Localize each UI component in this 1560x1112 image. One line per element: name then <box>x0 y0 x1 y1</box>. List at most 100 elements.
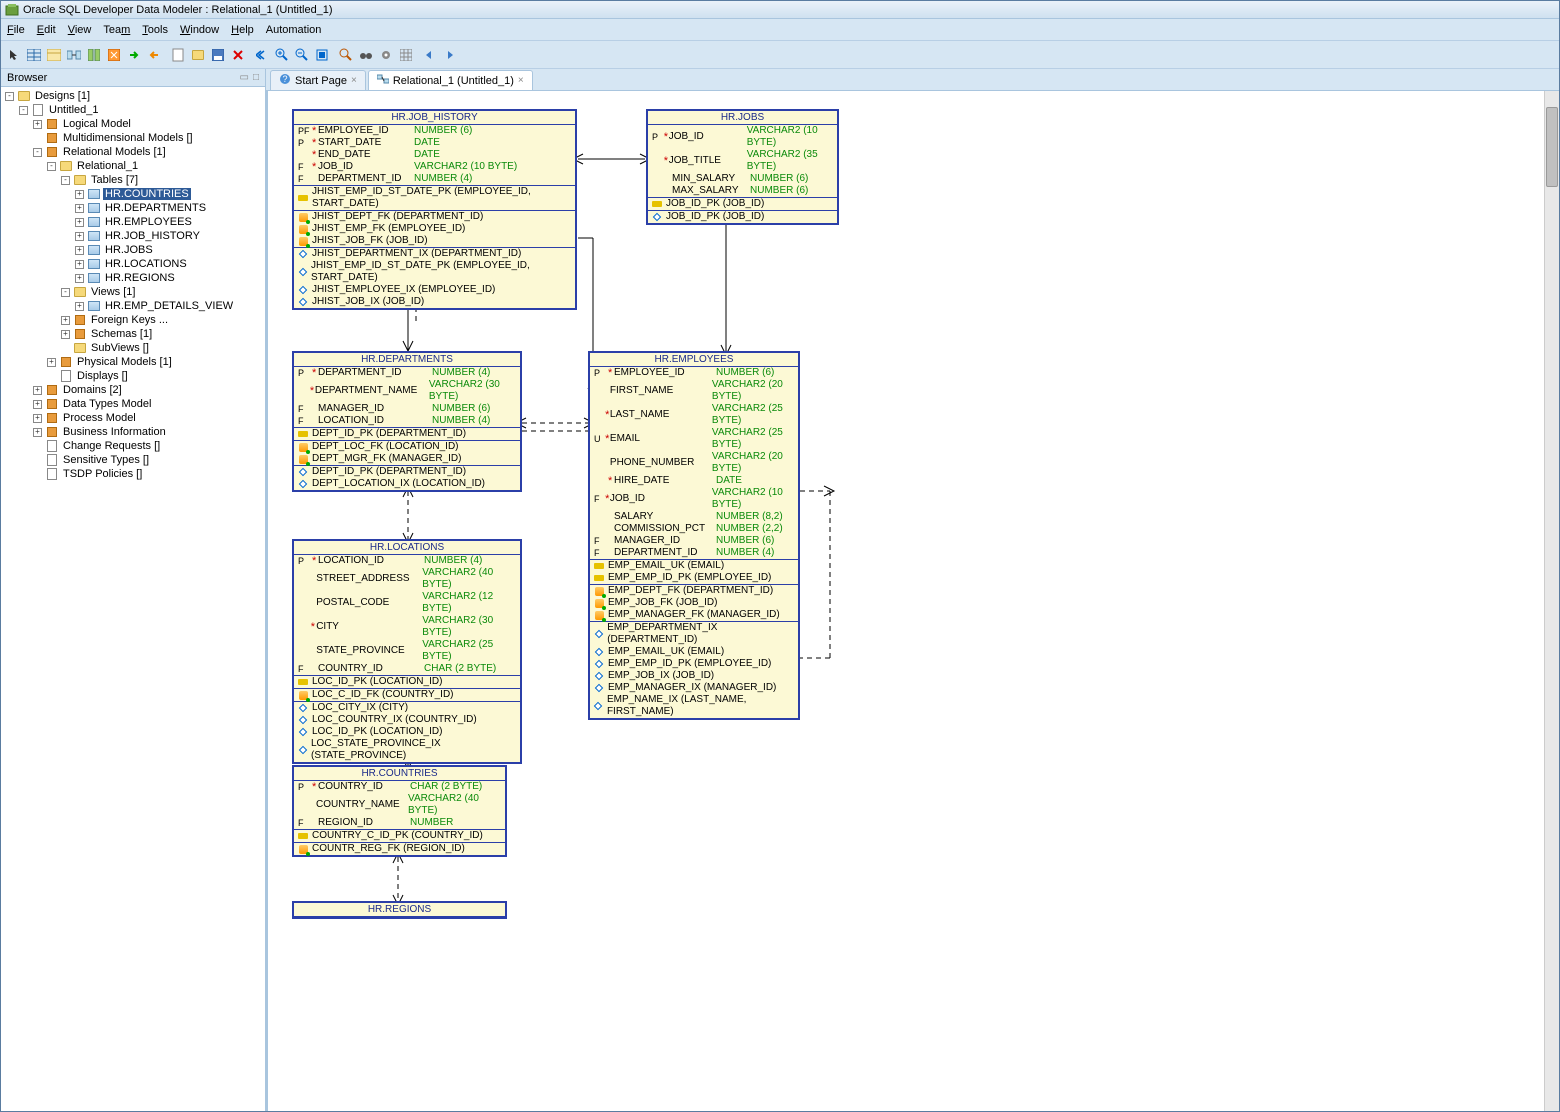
split-icon[interactable] <box>85 46 103 64</box>
tree-item-t_locations[interactable]: +HR.LOCATIONS <box>1 257 265 271</box>
tree-item-displays[interactable]: Displays [] <box>1 369 265 383</box>
save-icon[interactable] <box>209 46 227 64</box>
tree-item-t_employees[interactable]: +HR.EMPLOYEES <box>1 215 265 229</box>
tree-toggle-icon[interactable]: + <box>61 330 70 339</box>
fit-icon[interactable] <box>313 46 331 64</box>
tree-item-tables[interactable]: -Tables [7] <box>1 173 265 187</box>
tree-item-t_jobhist[interactable]: +HR.JOB_HISTORY <box>1 229 265 243</box>
tree-item-t_regions[interactable]: +HR.REGIONS <box>1 271 265 285</box>
menu-edit[interactable]: Edit <box>37 24 56 36</box>
tree-item-multidim[interactable]: Multidimensional Models [] <box>1 131 265 145</box>
tree-toggle-icon[interactable]: + <box>75 274 84 283</box>
tree-item-business[interactable]: +Business Information <box>1 425 265 439</box>
tree-item-t_jobs[interactable]: +HR.JOBS <box>1 243 265 257</box>
tree-item-schemas[interactable]: +Schemas [1] <box>1 327 265 341</box>
tree-toggle-icon[interactable]: + <box>33 400 42 409</box>
tree-item-fks[interactable]: +Foreign Keys ... <box>1 313 265 327</box>
tree-toggle-icon[interactable]: + <box>33 120 42 129</box>
table-fk: DEPT_MGR_FK (MANAGER_ID) <box>294 453 520 465</box>
tree-toggle-icon[interactable]: - <box>33 148 42 157</box>
tree-toggle-icon[interactable]: - <box>19 106 28 115</box>
tree-toggle-icon[interactable]: - <box>61 288 70 297</box>
close-tab-icon[interactable]: × <box>351 75 357 86</box>
table-hr-jobs[interactable]: HR.JOBSP*JOB_IDVARCHAR2 (10 BYTE)*JOB_TI… <box>646 109 839 225</box>
tree-toggle-icon[interactable]: - <box>47 162 56 171</box>
menu-help[interactable]: Help <box>231 24 254 36</box>
table-column: *LAST_NAMEVARCHAR2 (25 BYTE) <box>590 403 798 427</box>
tree-item-t_countries[interactable]: +HR.COUNTRIES <box>1 187 265 201</box>
menu-file[interactable]: File <box>7 24 25 36</box>
table-pk: JHIST_EMP_ID_ST_DATE_PK (EMPLOYEE_ID, ST… <box>294 186 575 210</box>
zoom-out-icon[interactable] <box>293 46 311 64</box>
tree-item-process[interactable]: +Process Model <box>1 411 265 425</box>
gear-icon[interactable] <box>377 46 395 64</box>
tree[interactable]: -Designs [1]-Untitled_1+Logical ModelMul… <box>1 87 265 1111</box>
tree-item-logical[interactable]: +Logical Model <box>1 117 265 131</box>
tree-toggle-icon[interactable]: + <box>75 302 84 311</box>
tree-item-tsdp[interactable]: TSDP Policies [] <box>1 467 265 481</box>
menu-tools[interactable]: Tools <box>142 24 168 36</box>
table-hr-locations[interactable]: HR.LOCATIONSP*LOCATION_IDNUMBER (4)STREE… <box>292 539 522 764</box>
tree-toggle-icon[interactable]: + <box>33 386 42 395</box>
new-icon[interactable] <box>169 46 187 64</box>
tree-toggle-icon[interactable]: + <box>75 218 84 227</box>
zoom-in-icon[interactable] <box>273 46 291 64</box>
vertical-scrollbar[interactable] <box>1544 91 1559 1111</box>
arrow-left-orange-icon[interactable] <box>145 46 163 64</box>
view-icon[interactable] <box>45 46 63 64</box>
diagram-canvas[interactable]: HR.JOB_HISTORYPF*EMPLOYEE_IDNUMBER (6)P*… <box>266 91 1559 1111</box>
tab-relational[interactable]: Relational_1 (Untitled_1) × <box>368 70 533 90</box>
menu-view[interactable]: View <box>68 24 92 36</box>
tree-toggle-icon[interactable]: + <box>75 204 84 213</box>
tree-item-datatypes[interactable]: +Data Types Model <box>1 397 265 411</box>
tree-toggle-icon[interactable]: + <box>61 316 70 325</box>
search-icon[interactable] <box>337 46 355 64</box>
tree-item-t_departments[interactable]: +HR.DEPARTMENTS <box>1 201 265 215</box>
tree-toggle-icon[interactable]: + <box>33 414 42 423</box>
tree-item-subviews[interactable]: SubViews [] <box>1 341 265 355</box>
forward-icon[interactable] <box>441 46 459 64</box>
tree-item-untitled[interactable]: -Untitled_1 <box>1 103 265 117</box>
minimize-panel-icon[interactable]: ▭ <box>240 72 249 83</box>
table-hr-departments[interactable]: HR.DEPARTMENTSP*DEPARTMENT_IDNUMBER (4)*… <box>292 351 522 492</box>
tree-item-sensitive[interactable]: Sensitive Types [] <box>1 453 265 467</box>
table-icon[interactable] <box>25 46 43 64</box>
menu-team[interactable]: Team <box>103 24 130 36</box>
table-hr-countries[interactable]: HR.COUNTRIESP*COUNTRY_IDCHAR (2 BYTE)COU… <box>292 765 507 857</box>
close-tab-icon[interactable]: × <box>518 75 524 86</box>
merge-icon[interactable] <box>105 46 123 64</box>
table-hr-job-history[interactable]: HR.JOB_HISTORYPF*EMPLOYEE_IDNUMBER (6)P*… <box>292 109 577 310</box>
tree-toggle-icon[interactable]: + <box>75 260 84 269</box>
tree-item-changereq[interactable]: Change Requests [] <box>1 439 265 453</box>
tree-toggle-icon[interactable]: - <box>61 176 70 185</box>
menu-window[interactable]: Window <box>180 24 219 36</box>
grid-icon[interactable] <box>397 46 415 64</box>
tree-toggle-icon[interactable]: + <box>47 358 56 367</box>
table-hr-regions[interactable]: HR.REGIONS <box>292 901 507 919</box>
restore-panel-icon[interactable]: □ <box>253 72 259 83</box>
tree-toggle-icon[interactable]: + <box>75 190 84 199</box>
tree-item-physical[interactable]: +Physical Models [1] <box>1 355 265 369</box>
tree-item-rel1[interactable]: -Relational_1 <box>1 159 265 173</box>
tree-toggle-icon[interactable]: - <box>5 92 14 101</box>
tree-toggle-icon[interactable]: + <box>33 428 42 437</box>
binoculars-icon[interactable] <box>357 46 375 64</box>
menu-automation[interactable]: Automation <box>266 24 322 36</box>
index-icon <box>594 701 603 711</box>
back-icon[interactable] <box>421 46 439 64</box>
zoom-left-icon[interactable] <box>253 46 271 64</box>
table-hr-employees[interactable]: HR.EMPLOYEESP*EMPLOYEE_IDNUMBER (6)FIRST… <box>588 351 800 720</box>
tree-item-views[interactable]: -Views [1] <box>1 285 265 299</box>
relation-icon[interactable] <box>65 46 83 64</box>
pointer-icon[interactable] <box>5 46 23 64</box>
arrow-right-green-icon[interactable] <box>125 46 143 64</box>
tree-toggle-icon[interactable]: + <box>75 232 84 241</box>
tree-item-designs[interactable]: -Designs [1] <box>1 89 265 103</box>
tab-start-page[interactable]: ? Start Page × <box>270 70 366 90</box>
tree-item-v_emp[interactable]: +HR.EMP_DETAILS_VIEW <box>1 299 265 313</box>
tree-toggle-icon[interactable]: + <box>75 246 84 255</box>
close-red-icon[interactable] <box>229 46 247 64</box>
tree-item-domains[interactable]: +Domains [2] <box>1 383 265 397</box>
tree-item-relmodels[interactable]: -Relational Models [1] <box>1 145 265 159</box>
open-icon[interactable] <box>189 46 207 64</box>
